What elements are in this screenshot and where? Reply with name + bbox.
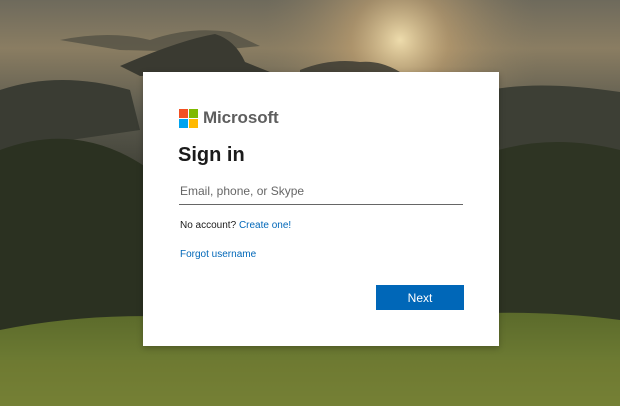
logo-square-yellow (189, 118, 198, 128)
logo-square-red (179, 108, 188, 118)
brand-name: Microsoft (203, 108, 279, 127)
next-button[interactable]: Next (376, 285, 464, 310)
brand: Microsoft (179, 108, 279, 128)
forgot-username-link[interactable]: Forgot username (180, 249, 256, 260)
microsoft-logo-icon (179, 108, 198, 128)
no-account-row: No account? Create one! (180, 220, 291, 231)
email-field[interactable] (179, 178, 463, 205)
no-account-label: No account? (180, 220, 239, 231)
logo-square-green (189, 108, 198, 118)
page-title: Sign in (178, 144, 245, 166)
create-account-link[interactable]: Create one! (239, 220, 291, 231)
logo-square-blue (179, 118, 188, 128)
signin-card: Microsoft Sign in No account? Create one… (143, 72, 499, 346)
